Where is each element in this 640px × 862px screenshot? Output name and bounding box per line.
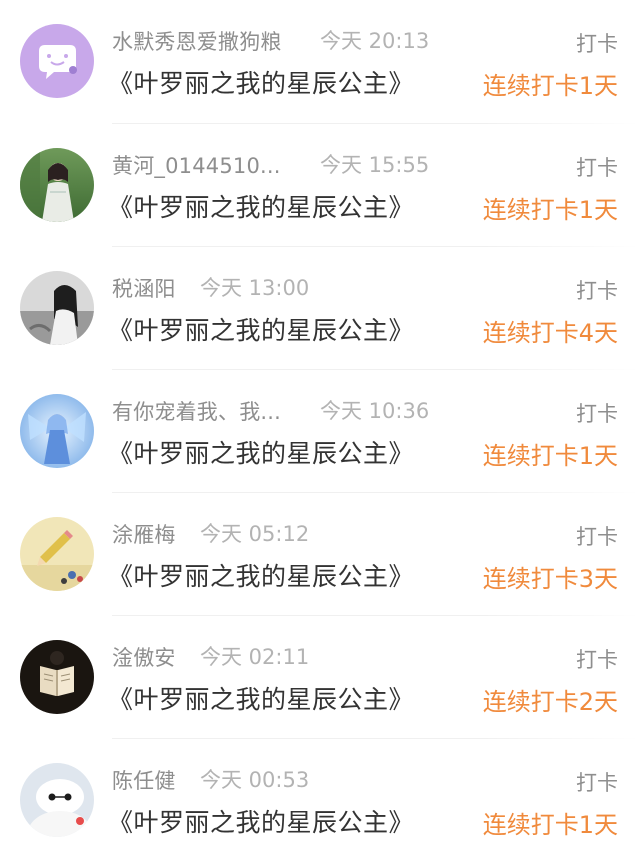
anime-fairy-icon	[20, 394, 94, 468]
grayscale-girl-icon	[20, 271, 94, 345]
username[interactable]: 水默秀恩爱撒狗粮	[112, 26, 282, 56]
avatar[interactable]	[20, 394, 94, 468]
list-item[interactable]: 涂雁梅 今天 05:12 《叶罗丽之我的星辰公主》 打卡 连续打卡3天	[0, 493, 640, 616]
checkin-tag: 打卡	[576, 32, 618, 56]
book-title[interactable]: 《叶罗丽之我的星辰公主》	[108, 803, 414, 839]
checkin-tag: 打卡	[576, 156, 618, 180]
pencil-doodle-icon	[20, 517, 94, 591]
book-title[interactable]: 《叶罗丽之我的星辰公主》	[108, 434, 414, 470]
streak-label: 连续打卡2天	[482, 688, 618, 716]
list-item[interactable]: 税涵阳 今天 13:00 《叶罗丽之我的星辰公主》 打卡 连续打卡4天	[0, 247, 640, 370]
checkin-tag: 打卡	[576, 648, 618, 672]
streak-label: 连续打卡1天	[482, 811, 618, 839]
checkin-tag: 打卡	[576, 771, 618, 795]
timestamp: 今天 10:36	[320, 399, 430, 423]
book-title[interactable]: 《叶罗丽之我的星辰公主》	[108, 311, 414, 347]
avatar[interactable]	[20, 24, 94, 98]
checkin-tag: 打卡	[576, 525, 618, 549]
username[interactable]: 涂雁梅	[112, 519, 176, 549]
chat-bubble-icon	[20, 24, 94, 98]
baymax-icon	[20, 763, 94, 837]
streak-label: 连续打卡3天	[482, 565, 618, 593]
checkin-tag: 打卡	[576, 402, 618, 426]
timestamp: 今天 05:12	[200, 522, 310, 546]
checkin-list: 水默秀恩爱撒狗粮 今天 20:13 《叶罗丽之我的星辰公主》 打卡 连续打卡1天	[0, 0, 640, 862]
timestamp: 今天 20:13	[320, 29, 430, 53]
girl-photo-icon	[20, 148, 94, 222]
streak-label: 连续打卡1天	[482, 442, 618, 470]
book-title[interactable]: 《叶罗丽之我的星辰公主》	[108, 188, 414, 224]
streak-label: 连续打卡1天	[482, 196, 618, 224]
username[interactable]: 淦傲安	[112, 642, 176, 672]
streak-label: 连续打卡1天	[482, 72, 618, 100]
avatar[interactable]	[20, 640, 94, 714]
username[interactable]: 陈任健	[112, 765, 176, 795]
username[interactable]: 黄河_0144510...	[112, 150, 281, 180]
avatar[interactable]	[20, 517, 94, 591]
streak-label: 连续打卡4天	[482, 319, 618, 347]
avatar[interactable]	[20, 148, 94, 222]
avatar[interactable]	[20, 271, 94, 345]
timestamp: 今天 13:00	[200, 276, 310, 300]
timestamp: 今天 00:53	[200, 768, 310, 792]
checkin-tag: 打卡	[576, 279, 618, 303]
book-reading-icon	[20, 640, 94, 714]
username[interactable]: 税涵阳	[112, 273, 176, 303]
username[interactable]: 有你宠着我、我...	[112, 396, 281, 426]
timestamp: 今天 02:11	[200, 645, 310, 669]
list-item[interactable]: 有你宠着我、我... 今天 10:36 《叶罗丽之我的星辰公主》 打卡 连续打卡…	[0, 370, 640, 493]
list-item[interactable]: 淦傲安 今天 02:11 《叶罗丽之我的星辰公主》 打卡 连续打卡2天	[0, 616, 640, 739]
avatar[interactable]	[20, 763, 94, 837]
book-title[interactable]: 《叶罗丽之我的星辰公主》	[108, 64, 414, 100]
book-title[interactable]: 《叶罗丽之我的星辰公主》	[108, 680, 414, 716]
list-item[interactable]: 陈任健 今天 00:53 《叶罗丽之我的星辰公主》 打卡 连续打卡1天	[0, 739, 640, 862]
book-title[interactable]: 《叶罗丽之我的星辰公主》	[108, 557, 414, 593]
list-item[interactable]: 水默秀恩爱撒狗粮 今天 20:13 《叶罗丽之我的星辰公主》 打卡 连续打卡1天	[0, 0, 640, 124]
timestamp: 今天 15:55	[320, 153, 430, 177]
list-item[interactable]: 黄河_0144510... 今天 15:55 《叶罗丽之我的星辰公主》 打卡 连…	[0, 124, 640, 247]
